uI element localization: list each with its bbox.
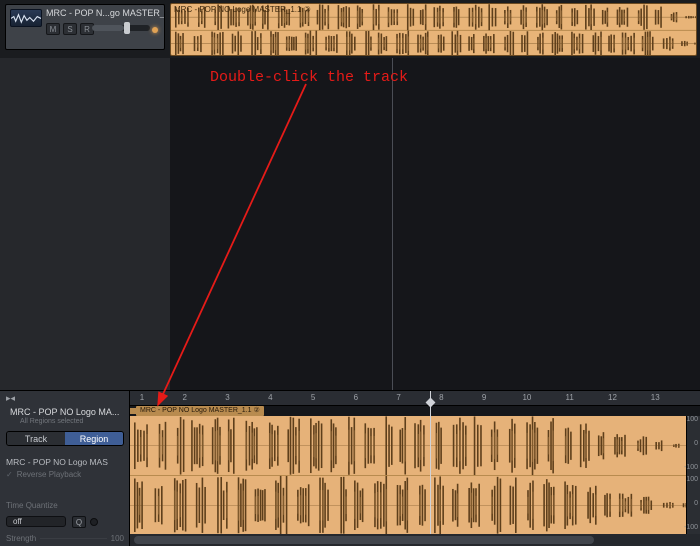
editor-region-tag[interactable]: MRC - POP NO Logo MASTER_1.1 ② [136,406,264,416]
editor-scrollbar[interactable] [130,534,700,546]
editor-waveform-area[interactable] [130,416,700,534]
audio-region[interactable]: MRC - POP NO Logo MASTER_1.1 ② [170,3,697,56]
editor-ruler[interactable]: 12345678910111213 [130,391,700,406]
editor-playhead[interactable] [430,391,431,534]
editor-waveform [130,416,700,534]
ruler-tick: 7 [396,393,400,402]
ruler-tick: 4 [268,393,272,402]
ruler-tick: 1 [140,393,144,402]
ruler-tick: 6 [354,393,358,402]
time-quantize-label: Time Quantize [6,501,124,510]
ruler-tick: 11 [566,393,574,402]
vscale-label: -100 [684,464,698,471]
editor-selection-info: All Regions selected [20,418,83,425]
ruler-tick: 8 [439,393,443,402]
vscale-label: 100 [686,476,698,483]
monitor-indicator [152,27,158,33]
volume-slider[interactable] [92,25,150,31]
track-icon [10,9,42,27]
editor-inspector: ▸◂ MRC - POP NO Logo MA... All Regions s… [0,391,130,546]
editor-vscale: 100 0 -100 100 0 -100 [686,416,700,534]
editor-section-label: MRC - POP NO Logo MAS [6,457,124,467]
region-label: MRC - POP NO Logo MASTER_1.1 ② [174,5,311,14]
mute-button[interactable]: M [46,23,60,35]
ruler-tick: 13 [651,393,660,402]
reverse-check-icon[interactable]: ✓ [6,470,13,479]
quantize-button[interactable]: Q [72,516,86,528]
arrange-area[interactable] [0,58,700,390]
ruler-tick: 3 [225,393,229,402]
ruler-tick: 5 [311,393,315,402]
quantize-toggle[interactable] [90,518,98,526]
solo-button[interactable]: S [63,23,77,35]
vscale-label: 0 [694,500,698,507]
track-header[interactable]: MRC - POP N...go MASTER_1 M S R [5,4,165,50]
vscale-label: -100 [684,524,698,531]
editor-toggle-icon[interactable]: ▸◂ [6,393,15,404]
strength-label: Strength [6,534,36,543]
quantize-value[interactable]: off [6,516,66,527]
tab-track[interactable]: Track [7,432,65,445]
reverse-playback-label: Reverse Playback [17,470,124,479]
tracks-gutter [0,58,170,390]
editor-main: 12345678910111213 MRC - POP NO Logo MAST… [130,391,700,546]
vscale-label: 100 [686,416,698,423]
track-buttons: M S R [46,23,94,35]
volume-knob[interactable] [124,22,130,34]
ruler-tick: 9 [482,393,486,402]
tab-region[interactable]: Region [65,432,123,445]
audio-editor: ▸◂ MRC - POP NO Logo MA... All Regions s… [0,390,700,546]
logic-pro-window: MRC - POP N...go MASTER_1 M S R MRC - PO… [0,0,700,546]
vscale-label: 0 [694,440,698,447]
playhead[interactable] [392,58,393,390]
ruler-tick: 10 [522,393,531,402]
ruler-tick: 2 [183,393,187,402]
track-name: MRC - POP N...go MASTER_1 [46,8,164,18]
editor-file-name: MRC - POP NO Logo MA... [10,407,128,417]
editor-tabs: Track Region [6,431,124,446]
annotation-text: Double-click the track [210,69,408,86]
ruler-tick: 12 [608,393,617,402]
scrollbar-thumb[interactable] [134,536,594,544]
strength-value: 100 [111,534,124,543]
